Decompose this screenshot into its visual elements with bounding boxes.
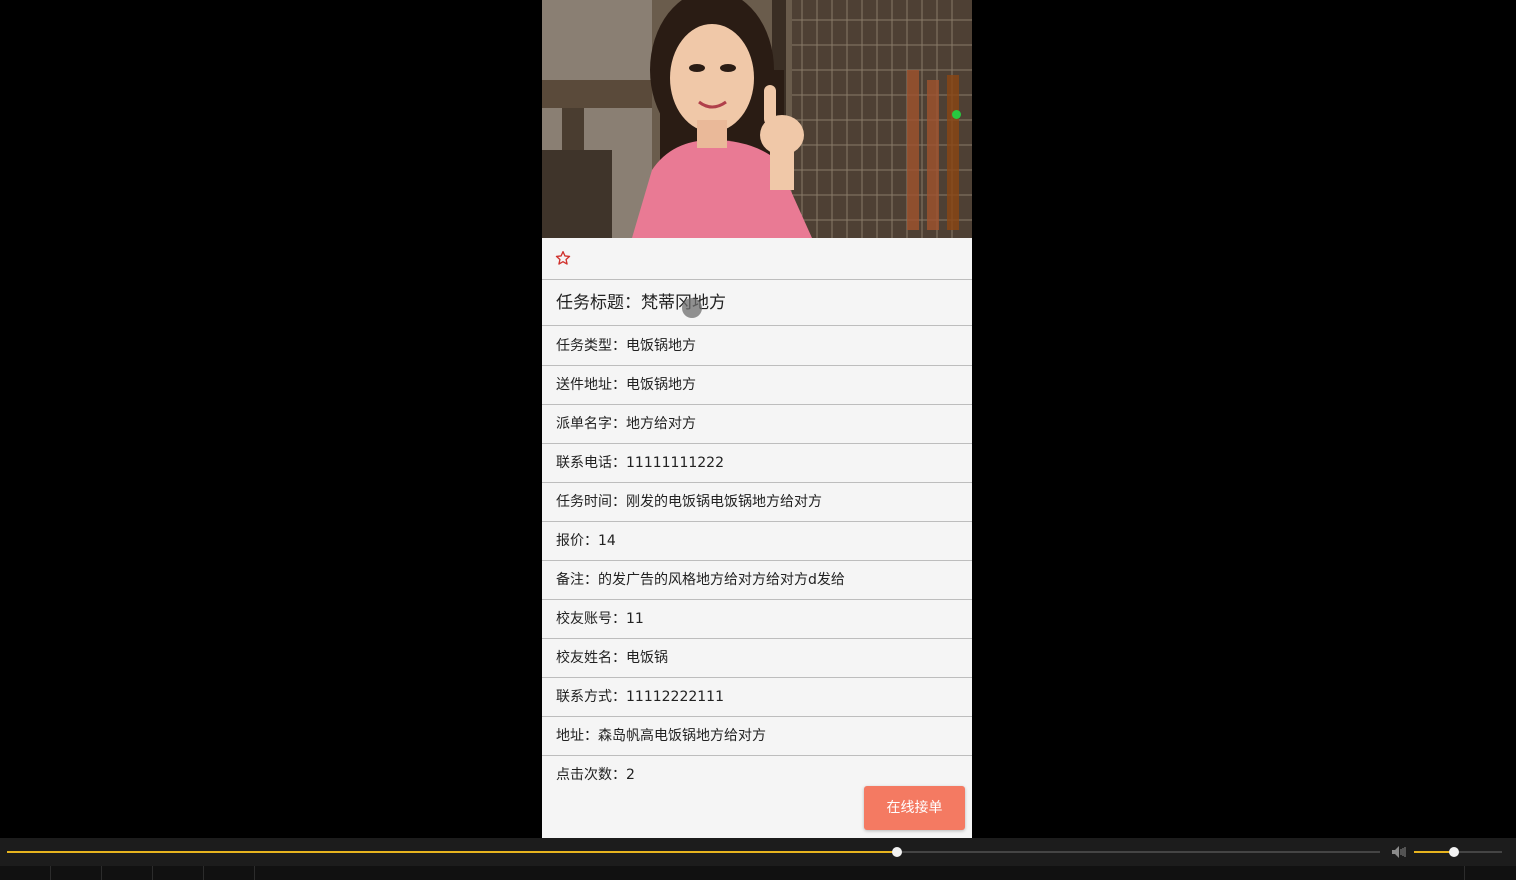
progress-fill (7, 851, 897, 853)
field-dispatcher-name: 派单名字：地方给对方 (542, 405, 972, 444)
volume-slider[interactable] (1414, 847, 1502, 857)
field-alumni-account: 校友账号：11 (542, 600, 972, 639)
progress-slider[interactable] (7, 847, 1380, 857)
task-detail-page: 任务标题：梵蒂冈地方 任务类型：电饭锅地方 送件地址：电饭锅地方 派单名字：地方… (542, 0, 972, 838)
field-task-time: 任务时间：刚发的电饭锅电饭锅地方给对方 (542, 483, 972, 522)
field-price: 报价：14 (542, 522, 972, 561)
status-indicator-dot (952, 110, 961, 119)
volume-handle[interactable] (1448, 847, 1459, 857)
field-task-type: 任务类型：电饭锅地方 (542, 327, 972, 366)
task-photo (542, 0, 972, 238)
speaker-icon[interactable] (1391, 845, 1407, 859)
video-stage: 任务标题：梵蒂冈地方 任务类型：电饭锅地方 送件地址：电饭锅地方 派单名字：地方… (0, 0, 1516, 838)
task-title: 任务标题：梵蒂冈地方 (542, 280, 972, 326)
field-address: 地址：森岛帆高电饭锅地方给对方 (542, 717, 972, 756)
taskbar-slot[interactable] (102, 866, 153, 880)
taskbar-slot[interactable] (204, 866, 255, 880)
field-delivery-address: 送件地址：电饭锅地方 (542, 366, 972, 405)
taskbar-slot[interactable] (51, 866, 102, 880)
taskbar-strip (0, 866, 1516, 880)
taskbar-slot[interactable] (1464, 866, 1516, 880)
favorite-row (542, 240, 972, 280)
field-alumni-name: 校友姓名：电饭锅 (542, 639, 972, 678)
volume-fill (1414, 851, 1454, 853)
accept-order-button[interactable]: 在线接单 (864, 786, 965, 830)
progress-handle[interactable] (891, 847, 902, 857)
mouse-cursor-indicator (682, 298, 702, 318)
taskbar-slot[interactable] (153, 866, 204, 880)
star-outline-icon[interactable] (555, 250, 571, 266)
taskbar-slot[interactable] (0, 866, 51, 880)
field-remark: 备注：的发广告的风格地方给对方给对方d发给 (542, 561, 972, 600)
field-contact-method: 联系方式：11112222111 (542, 678, 972, 717)
field-contact-phone: 联系电话：11111111222 (542, 444, 972, 483)
task-field-list: 任务类型：电饭锅地方 送件地址：电饭锅地方 派单名字：地方给对方 联系电话：11… (542, 327, 972, 794)
video-player-controls (0, 838, 1516, 866)
